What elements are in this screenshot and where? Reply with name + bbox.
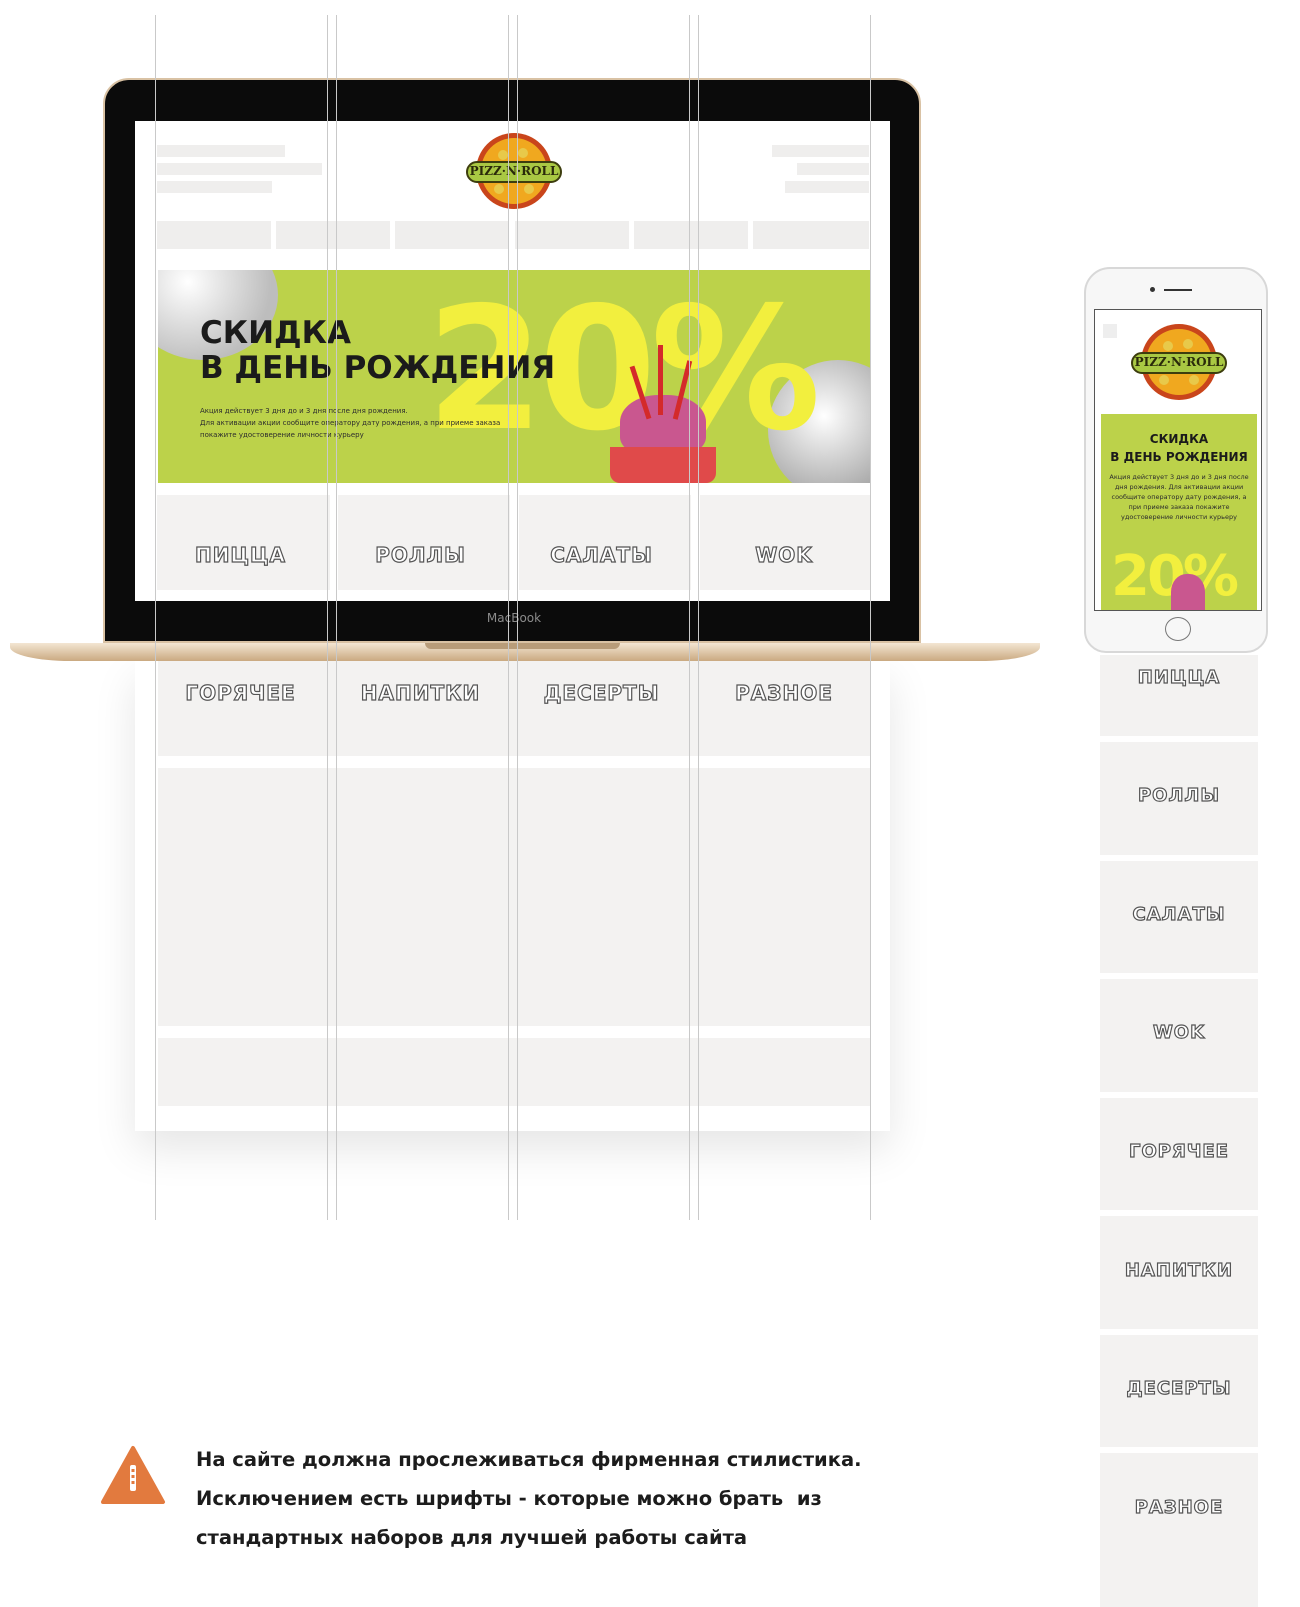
phone-home-button-icon[interactable] xyxy=(1165,617,1191,641)
mobile-hero-title-line2: В ДЕНЬ РОЖДЕНИЯ xyxy=(1110,450,1248,464)
mobile-category-misc[interactable]: РАЗНОЕ xyxy=(1100,1496,1258,1518)
mobile-category-desserts[interactable]: ДЕСЕРТЫ xyxy=(1100,1377,1258,1399)
mobile-hero-note: Акция действует 3 дня до и 3 дня после д… xyxy=(1109,473,1249,521)
grid-guide-line xyxy=(508,15,509,1220)
header-placeholder xyxy=(797,163,869,175)
laptop-hinge-notch xyxy=(425,643,620,649)
mobile-site-logo[interactable]: PIZZ·N·ROLL xyxy=(1129,322,1229,402)
mobile-tile-separator xyxy=(1100,855,1258,861)
hero-note-line: Для активации акции сообщите оператору д… xyxy=(200,419,501,427)
notice-line: стандартных наборов для лучшей работы са… xyxy=(196,1526,748,1549)
nav-item-placeholder[interactable] xyxy=(634,221,748,249)
desktop-category-row-2 xyxy=(158,661,870,756)
category-label-drinks[interactable]: НАПИТКИ xyxy=(338,680,503,705)
header-placeholder xyxy=(157,145,285,157)
hero-banner-birthday[interactable]: 20% СКИДКА В ДЕНЬ РОЖДЕНИЯ Акция действу… xyxy=(158,270,870,483)
warning-triangle-icon xyxy=(100,1445,166,1505)
mobile-category-drinks[interactable]: НАПИТКИ xyxy=(1100,1259,1258,1281)
mobile-hero-title-line1: СКИДКА xyxy=(1149,432,1209,446)
nav-item-placeholder[interactable] xyxy=(395,221,509,249)
header-placeholder xyxy=(772,145,869,157)
grid-guide-line xyxy=(327,15,328,1220)
hero-title: СКИДКА В ДЕНЬ РОЖДЕНИЯ xyxy=(200,316,555,386)
header-placeholder xyxy=(785,181,869,193)
mobile-category-rolls[interactable]: РОЛЛЫ xyxy=(1100,784,1258,806)
phone-screen: PIZZ·N·ROLL СКИДКА В ДЕНЬ РОЖДЕНИЯ Акция… xyxy=(1094,309,1262,611)
logo-text: PIZZ·N·ROLL xyxy=(469,164,559,178)
category-label-salads[interactable]: САЛАТЫ xyxy=(519,542,684,567)
grid-guide-line xyxy=(517,15,518,1220)
mobile-category-hot[interactable]: ГОРЯЧЕЕ xyxy=(1100,1140,1258,1162)
grid-guide-line xyxy=(336,15,337,1220)
mobile-tile-separator xyxy=(1100,1329,1258,1335)
phone-camera-icon xyxy=(1150,287,1155,292)
mobile-tile-separator xyxy=(1100,1092,1258,1098)
nav-item-placeholder[interactable] xyxy=(515,221,629,249)
mobile-tile-separator xyxy=(1100,973,1258,979)
notice-text: На сайте должна прослеживаться фирменная… xyxy=(196,1440,916,1557)
category-label-misc[interactable]: РАЗНОЕ xyxy=(700,680,868,705)
nav-item-placeholder[interactable] xyxy=(276,221,390,249)
mobile-tile-separator xyxy=(1100,1447,1258,1453)
header-placeholder xyxy=(157,163,322,175)
hero-note-line: Акция действует 3 дня до и 3 дня после д… xyxy=(200,407,408,415)
hero-note-line: покажите удостоверение личности курьеру xyxy=(200,431,364,439)
desktop-product-grid-placeholder xyxy=(158,768,870,1026)
grid-guide-line xyxy=(689,15,690,1220)
mobile-logo-text: PIZZ·N·ROLL xyxy=(1134,355,1224,369)
nav-item-placeholder[interactable] xyxy=(753,221,869,249)
category-label-wok[interactable]: WOK xyxy=(700,542,868,567)
category-label-rolls[interactable]: РОЛЛЫ xyxy=(338,542,503,567)
grid-guide-line xyxy=(870,15,871,1220)
mobile-hero-banner[interactable]: СКИДКА В ДЕНЬ РОЖДЕНИЯ Акция действует 3… xyxy=(1101,414,1257,610)
hero-title-line1: СКИДКА xyxy=(200,315,351,351)
mobile-cupcake-image xyxy=(1171,574,1205,610)
mobile-menu-icon[interactable] xyxy=(1103,324,1117,338)
mobile-category-wok[interactable]: WOK xyxy=(1100,1021,1258,1043)
desktop-footer-placeholder xyxy=(158,1038,870,1106)
mobile-tile-separator xyxy=(1100,736,1258,742)
grid-guide-line xyxy=(698,15,699,1220)
mobile-category-salads[interactable]: САЛАТЫ xyxy=(1100,903,1258,925)
mobile-tile-separator xyxy=(1100,1210,1258,1216)
grid-guide-line xyxy=(155,15,156,1220)
category-label-hot[interactable]: ГОРЯЧЕЕ xyxy=(158,680,323,705)
site-logo[interactable]: PIZZ·N·ROLL xyxy=(465,131,563,211)
cupcake-image xyxy=(608,345,718,483)
hero-note: Акция действует 3 дня до и 3 дня после д… xyxy=(200,405,520,441)
phone-speaker-icon xyxy=(1164,289,1192,291)
category-label-desserts[interactable]: ДЕСЕРТЫ xyxy=(519,680,684,705)
notice-line: На сайте должна прослеживаться фирменная… xyxy=(196,1448,862,1471)
hero-title-line2: В ДЕНЬ РОЖДЕНИЯ xyxy=(200,350,556,386)
notice-line: Исключением есть шрифты - которые можно … xyxy=(196,1487,822,1510)
mobile-category-pizza[interactable]: ПИЦЦА xyxy=(1100,666,1258,688)
header-placeholder xyxy=(157,181,272,193)
category-label-pizza[interactable]: ПИЦЦА xyxy=(158,542,323,567)
nav-item-placeholder[interactable] xyxy=(157,221,271,249)
